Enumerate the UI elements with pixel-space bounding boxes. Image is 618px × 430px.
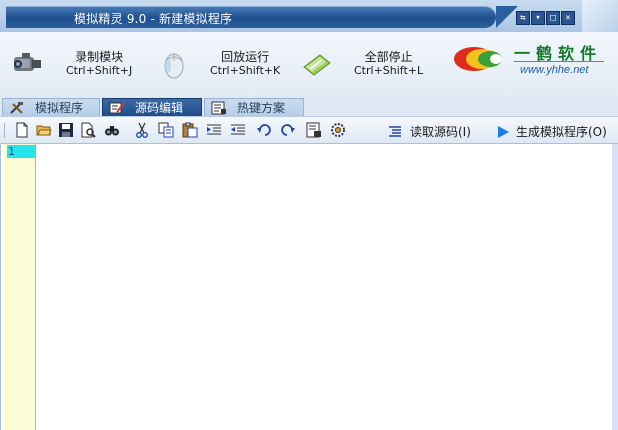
print-preview-icon[interactable] — [80, 122, 97, 139]
restore-icon[interactable]: ⇆ — [516, 11, 530, 25]
tab-label: 模拟程序 — [35, 101, 84, 115]
paste-icon[interactable] — [182, 122, 199, 139]
title-bar: 模拟精灵 9.0 - 新建模拟程序 ⇆ ▾ □ ✕ — [0, 0, 618, 32]
tools-icon — [10, 101, 23, 114]
read-source-button[interactable]: 读取源码(I) — [388, 123, 471, 140]
play-icon — [498, 125, 509, 138]
toolbar-grip — [4, 123, 5, 138]
undo-icon[interactable] — [256, 122, 273, 139]
tab-bar: 模拟程序 源码编辑 热键方案 — [0, 96, 618, 116]
playback-shortcut: Ctrl+Shift+K — [210, 64, 281, 77]
stop-pen-icon — [303, 54, 331, 76]
edit-icon — [109, 101, 125, 113]
tab-simulation-program[interactable]: 模拟程序 — [2, 98, 100, 116]
maximize-icon[interactable]: □ — [546, 11, 560, 25]
cut-icon[interactable] — [134, 122, 151, 139]
window-controls: ⇆ ▾ □ ✕ — [516, 11, 575, 25]
window-title: 模拟精灵 9.0 - 新建模拟程序 — [74, 12, 233, 26]
edit-toolbar: 读取源码(I) 生成模拟程序(O) — [0, 116, 618, 144]
source-editor[interactable]: 1 — [0, 144, 612, 430]
line-number-gutter: 1 — [4, 144, 36, 430]
title-corner — [582, 0, 618, 32]
generate-program-button[interactable]: 生成模拟程序(O) — [496, 123, 607, 140]
playback-button[interactable]: 回放运行 Ctrl+Shift+K — [156, 44, 280, 84]
generate-program-label: 生成模拟程序(O) — [516, 125, 607, 139]
save-icon[interactable] — [58, 122, 75, 139]
redo-icon[interactable] — [280, 122, 297, 139]
stop-all-button[interactable]: 全部停止 Ctrl+Shift+L — [300, 44, 423, 84]
stop-all-shortcut: Ctrl+Shift+L — [354, 64, 424, 77]
close-icon[interactable]: ✕ — [561, 11, 575, 25]
tab-label: 源码编辑 — [135, 101, 184, 115]
copy-icon[interactable] — [158, 122, 175, 139]
indent-icon[interactable] — [206, 122, 223, 139]
stop-all-label: 全部停止 — [364, 50, 413, 64]
settings-icon[interactable] — [330, 122, 347, 139]
minimize-icon[interactable]: ▾ — [531, 11, 545, 25]
hotkey-icon — [211, 101, 226, 114]
playback-label: 回放运行 — [221, 50, 270, 64]
tab-label: 热键方案 — [237, 101, 286, 115]
record-label: 录制模块 — [75, 50, 124, 64]
company-logo: 一鹤软件 www.yhhe.net — [452, 38, 612, 82]
editor-text-area[interactable] — [39, 145, 609, 425]
read-source-icon — [389, 125, 401, 137]
logo-divider — [514, 61, 604, 62]
logo-url: www.yhhe.net — [520, 64, 589, 76]
window-right-border — [612, 144, 618, 430]
crane-logo-icon — [454, 47, 502, 71]
line-number: 1 — [7, 145, 35, 158]
record-shortcut: Ctrl+Shift+J — [66, 64, 133, 77]
mouse-icon — [164, 53, 184, 79]
outdent-icon[interactable] — [230, 122, 247, 139]
new-file-icon[interactable] — [14, 122, 31, 139]
record-button[interactable]: 录制模块 Ctrl+Shift+J — [10, 44, 132, 84]
tab-source-edit[interactable]: 源码编辑 — [102, 98, 202, 116]
insert-icon[interactable] — [306, 122, 323, 139]
tab-hotkey-scheme[interactable]: 热键方案 — [204, 98, 304, 116]
camcorder-icon — [14, 53, 41, 71]
read-source-label: 读取源码(I) — [410, 125, 471, 139]
open-folder-icon[interactable] — [36, 122, 53, 139]
find-icon[interactable] — [104, 122, 121, 139]
